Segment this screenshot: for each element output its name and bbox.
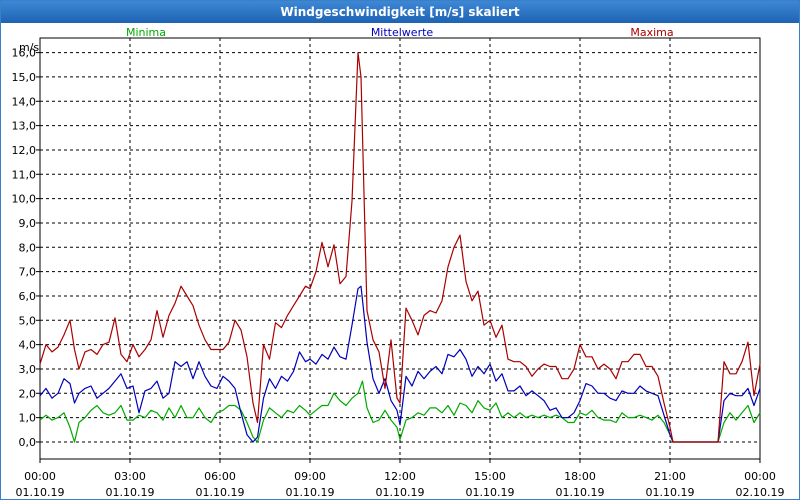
x-tick-time: 15:00: [474, 470, 506, 483]
y-tick-label: 12,0: [12, 144, 37, 157]
x-tick-time: 18:00: [564, 470, 596, 483]
y-tick-label: 2,0: [19, 387, 37, 400]
y-tick-label: 15,0: [12, 71, 37, 84]
x-tick-date: 01.10.19: [16, 486, 65, 499]
legend-entry-minima: Minima: [126, 26, 166, 39]
y-tick-label: 7,0: [19, 266, 37, 279]
x-tick-date: 01.10.19: [106, 486, 155, 499]
y-tick-label: 14,0: [12, 95, 37, 108]
y-tick-label: 0,0: [19, 436, 37, 449]
y-tick-label: 6,0: [19, 290, 37, 303]
y-tick-label: 1,0: [19, 412, 37, 425]
x-tick-date: 01.10.19: [646, 486, 695, 499]
y-tick-label: 3,0: [19, 363, 37, 376]
y-axis: 0,0 1,0 2,0 3,0 4,0 5,0 6,0 7,0 8,0 9,0 10,0 11,0 12…: [12, 47, 40, 449]
legend: Minima Mittelwerte Maxima: [126, 26, 674, 39]
legend-entry-mittelwerte: Mittelwerte: [371, 26, 434, 39]
x-tick-time: 00:00: [744, 470, 776, 483]
chart-window: Windgeschwindigkeit [m/s] skaliert 0,0 1,…: [0, 0, 800, 500]
x-tick-date: 02.10.19: [736, 486, 785, 499]
x-tick-time: 21:00: [654, 470, 686, 483]
y-tick-label: 9,0: [19, 217, 37, 230]
y-tick-label: 5,0: [19, 314, 37, 327]
x-tick-date: 01.10.19: [196, 486, 245, 499]
x-tick-date: 01.10.19: [376, 486, 425, 499]
x-tick-time: 06:00: [204, 470, 236, 483]
x-tick-date: 01.10.19: [556, 486, 605, 499]
x-tick-time: 09:00: [294, 470, 326, 483]
x-tick-time: 00:00: [24, 470, 56, 483]
x-tick-date: 01.10.19: [466, 486, 515, 499]
x-tick-time: 03:00: [114, 470, 146, 483]
wind-speed-chart: 0,0 1,0 2,0 3,0 4,0 5,0 6,0 7,0 8,0 9,0 10,0 11,0 12…: [12, 26, 785, 499]
y-tick-label: 11,0: [12, 168, 37, 181]
y-tick-label: 10,0: [12, 193, 37, 206]
y-tick-label: 4,0: [19, 339, 37, 352]
x-axis: 00:00 01.10.19 03:00 01.10.19 06:00 01.10.19 0…: [16, 459, 785, 499]
y-tick-label: 8,0: [19, 241, 37, 254]
x-tick-date: 01.10.19: [286, 486, 335, 499]
legend-entry-maxima: Maxima: [630, 26, 673, 39]
x-tick-time: 12:00: [384, 470, 416, 483]
y-tick-label: 13,0: [12, 120, 37, 133]
y-axis-label: m/s: [19, 41, 39, 54]
